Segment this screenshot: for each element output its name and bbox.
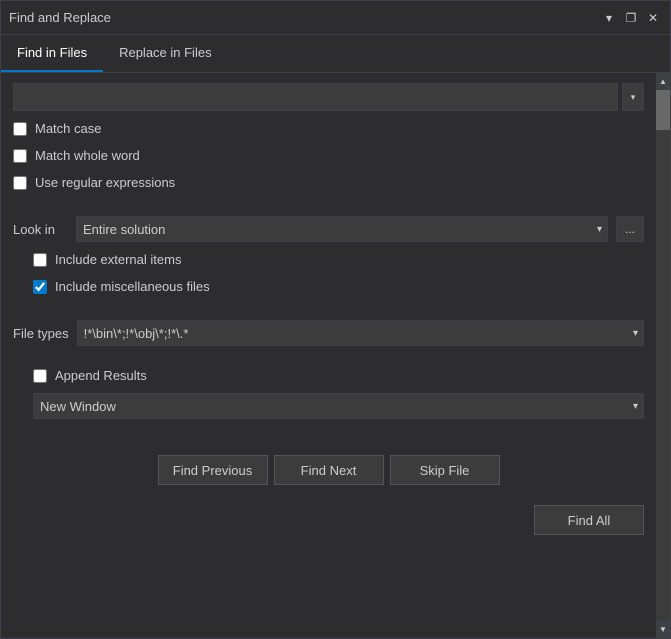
title-bar-left: Find and Replace (9, 10, 111, 25)
use-regex-checkbox[interactable] (13, 176, 27, 190)
title-bar: Find and Replace ▾ ❐ ✕ (1, 1, 670, 35)
find-next-button[interactable]: Find Next (274, 455, 384, 485)
gap3 (13, 354, 644, 358)
main-area: ▾ Match case Match whole word Use regula… (1, 73, 656, 638)
look-in-row: Look in Entire solution Current Project … (13, 216, 644, 242)
title-bar-controls: ▾ ❐ ✕ (600, 9, 662, 27)
use-regex-label[interactable]: Use regular expressions (35, 175, 175, 190)
window-title: Find and Replace (9, 10, 111, 25)
find-and-replace-window: Find and Replace ▾ ❐ ✕ Find in Files Rep… (0, 0, 671, 639)
scrollbar-thumb[interactable] (656, 90, 670, 130)
scrollbar: ▲ ▼ (656, 73, 670, 638)
match-whole-word-row: Match whole word (13, 146, 644, 165)
include-misc-checkbox[interactable] (33, 280, 47, 294)
output-select-wrapper (33, 393, 644, 419)
append-results-label[interactable]: Append Results (55, 368, 147, 383)
look-in-select-wrapper: Entire solution Current Project Current … (76, 216, 608, 242)
find-all-button[interactable]: Find All (534, 505, 644, 535)
append-results-checkbox[interactable] (33, 369, 47, 383)
file-types-select-wrapper (77, 320, 644, 346)
tab-find-in-files[interactable]: Find in Files (1, 35, 103, 72)
action-buttons-row: Find Previous Find Next Skip File (13, 447, 644, 493)
scrollbar-down-button[interactable]: ▼ (656, 621, 670, 638)
content-area: ▾ Match case Match whole word Use regula… (1, 73, 670, 638)
look-in-select[interactable]: Entire solution Current Project Current … (76, 216, 608, 242)
close-button[interactable]: ✕ (644, 9, 662, 27)
include-misc-row: Include miscellaneous files (13, 277, 644, 296)
file-types-input[interactable] (77, 320, 644, 346)
use-regex-row: Use regular expressions (13, 173, 644, 192)
skip-file-button[interactable]: Skip File (390, 455, 500, 485)
match-whole-word-checkbox[interactable] (13, 149, 27, 163)
match-case-row: Match case (13, 119, 644, 138)
scrollbar-up-button[interactable]: ▲ (656, 73, 670, 90)
match-case-label[interactable]: Match case (35, 121, 101, 136)
search-dropdown-button[interactable]: ▾ (622, 83, 644, 111)
file-types-label: File types (13, 326, 69, 341)
search-input-row: ▾ (13, 83, 644, 111)
append-results-row: Append Results (13, 366, 644, 385)
include-external-label[interactable]: Include external items (55, 252, 181, 267)
gap2 (13, 304, 644, 308)
gap4 (13, 427, 644, 431)
include-misc-label[interactable]: Include miscellaneous files (55, 279, 210, 294)
match-case-checkbox[interactable] (13, 122, 27, 136)
find-previous-button[interactable]: Find Previous (158, 455, 268, 485)
tab-replace-in-files[interactable]: Replace in Files (103, 35, 228, 72)
scrollbar-track (656, 90, 670, 621)
include-external-row: Include external items (13, 250, 644, 269)
search-input[interactable] (13, 83, 618, 111)
output-input[interactable] (33, 393, 644, 419)
look-in-browse-button[interactable]: ... (616, 216, 644, 242)
gap1 (13, 200, 644, 204)
file-types-row: File types (13, 320, 644, 346)
output-row (13, 393, 644, 419)
pin-button[interactable]: ▾ (600, 9, 618, 27)
match-whole-word-label[interactable]: Match whole word (35, 148, 140, 163)
tabs-bar: Find in Files Replace in Files (1, 35, 670, 73)
look-in-label: Look in (13, 222, 68, 237)
find-all-row: Find All (13, 501, 644, 543)
restore-button[interactable]: ❐ (622, 9, 640, 27)
include-external-checkbox[interactable] (33, 253, 47, 267)
